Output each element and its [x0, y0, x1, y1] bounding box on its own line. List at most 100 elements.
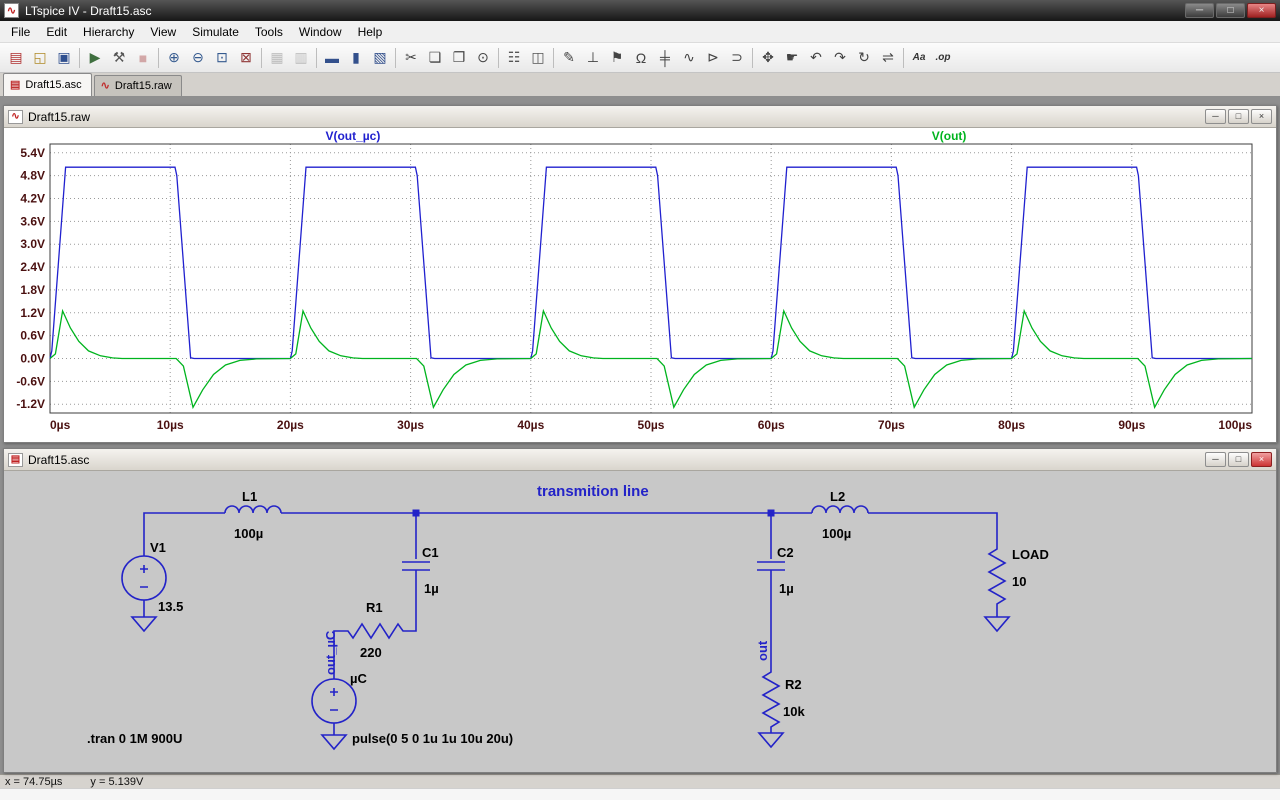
- drag-button[interactable]: ☛: [780, 46, 804, 70]
- x-axis-tick-label: 60µs: [758, 418, 785, 432]
- uc-pulse-source[interactable]: µC pulse(0 5 0 1u 1u 10u 20u): [312, 631, 513, 749]
- c1-capacitor[interactable]: C1 1µ: [402, 516, 439, 631]
- label-net-button[interactable]: ⚑: [605, 46, 629, 70]
- ground-icon: [759, 733, 783, 747]
- menu-simulate[interactable]: Simulate: [184, 22, 247, 42]
- waveform-chart[interactable]: 5.4V4.8V4.2V3.6V3.0V2.4V1.8V1.2V0.6V0.0V…: [4, 128, 1274, 440]
- undo-button[interactable]: ↶: [804, 46, 828, 70]
- tab-label: Draft15.asc: [25, 79, 81, 91]
- net-label-out-uc[interactable]: out_µC: [323, 630, 338, 675]
- zoom-full-extents-button[interactable]: ⊠: [234, 46, 258, 70]
- schem-minimize-button[interactable]: ─: [1205, 452, 1226, 467]
- redo-button[interactable]: ↷: [828, 46, 852, 70]
- save-button[interactable]: ▣: [52, 46, 76, 70]
- control-panel-button[interactable]: ⚒: [107, 46, 131, 70]
- y-axis-tick-label: 0.6V: [20, 329, 45, 343]
- y-axis-tick-label: 1.2V: [20, 306, 45, 320]
- close-button[interactable]: ×: [1247, 3, 1276, 18]
- c2-value: 1µ: [779, 581, 794, 596]
- menu-edit[interactable]: Edit: [38, 22, 75, 42]
- tabbar: ▤ Draft15.asc ∿Draft15.raw: [0, 73, 1280, 97]
- l2-inductor[interactable]: L2 100µ: [812, 489, 868, 541]
- tab-draft15.raw[interactable]: ∿Draft15.raw: [94, 75, 182, 96]
- copy-button[interactable]: ❏: [423, 46, 447, 70]
- print-button[interactable]: ☷: [502, 46, 526, 70]
- x-axis-tick-label: 0µs: [50, 418, 71, 432]
- legend-v-out-[interactable]: V(out): [932, 129, 967, 143]
- mirror-button[interactable]: ⇌: [876, 46, 900, 70]
- move-button[interactable]: ✥: [756, 46, 780, 70]
- waveform-window-caption[interactable]: ∿ Draft15.raw ─ □ ×: [4, 106, 1276, 128]
- schematic-window-caption[interactable]: ▤ Draft15.asc ─ □ ×: [4, 449, 1276, 471]
- paste-button[interactable]: ❐: [447, 46, 471, 70]
- r2-name: R2: [785, 677, 802, 692]
- v1-voltage-source[interactable]: V1 13.5: [122, 540, 183, 631]
- spice-directive-button[interactable]: .op: [931, 46, 955, 70]
- toolbar-separator: [158, 48, 159, 68]
- cut-button[interactable]: ✂: [399, 46, 423, 70]
- menu-help[interactable]: Help: [350, 22, 391, 42]
- ground-button[interactable]: ⊥: [581, 46, 605, 70]
- resistor-button[interactable]: Ω: [629, 46, 653, 70]
- waveform-window-title: Draft15.raw: [28, 110, 90, 124]
- inductor-button[interactable]: ∿: [677, 46, 701, 70]
- ground-icon: [132, 617, 156, 631]
- zoom-in-button[interactable]: ⊕: [162, 46, 186, 70]
- wave-restore-button[interactable]: □: [1228, 109, 1249, 124]
- uc-value: pulse(0 5 0 1u 1u 10u 20u): [352, 731, 513, 746]
- tab-draft15.asc[interactable]: ▤ Draft15.asc: [3, 73, 92, 96]
- net-label-out[interactable]: out: [755, 640, 770, 661]
- cascade-windows-button[interactable]: ▧: [368, 46, 392, 70]
- tile-vertical-button[interactable]: ▮: [344, 46, 368, 70]
- run-button[interactable]: ▶: [83, 46, 107, 70]
- x-axis-tick-label: 50µs: [638, 418, 665, 432]
- load-value: 10: [1012, 574, 1026, 589]
- menu-file[interactable]: File: [3, 22, 38, 42]
- component-button[interactable]: ⊃: [725, 46, 749, 70]
- tile-horizontal-button[interactable]: ▬: [320, 46, 344, 70]
- find-button[interactable]: ⊙: [471, 46, 495, 70]
- schem-restore-button[interactable]: □: [1228, 452, 1249, 467]
- r1-name: R1: [366, 600, 383, 615]
- print-preview-button[interactable]: ◫: [526, 46, 550, 70]
- wave-minimize-button[interactable]: ─: [1205, 109, 1226, 124]
- wire-top-run[interactable]: [144, 513, 997, 556]
- maximize-button[interactable]: □: [1216, 3, 1245, 18]
- plot-settings-button: ▦: [265, 46, 289, 70]
- spice-directive-text[interactable]: .tran 0 1M 900U: [87, 731, 182, 746]
- x-axis-tick-label: 20µs: [277, 418, 304, 432]
- new-schematic-button[interactable]: ▤: [4, 46, 28, 70]
- zoom-area-button[interactable]: ⊡: [210, 46, 234, 70]
- diode-button[interactable]: ⊳: [701, 46, 725, 70]
- legend-v-out-c-[interactable]: V(out_µc): [325, 129, 380, 143]
- zoom-out-button[interactable]: ⊖: [186, 46, 210, 70]
- r2-resistor[interactable]: R2 10k: [759, 669, 805, 747]
- waveform-plot-area[interactable]: 5.4V4.8V4.2V3.6V3.0V2.4V1.8V1.2V0.6V0.0V…: [4, 128, 1276, 442]
- schematic-window: ▤ Draft15.asc ─ □ ×: [3, 448, 1277, 773]
- schematic-canvas[interactable]: V1 13.5 L1 100µ L2 100µ: [4, 471, 1276, 772]
- menu-hierarchy[interactable]: Hierarchy: [75, 22, 142, 42]
- x-axis-tick-label: 10µs: [157, 418, 184, 432]
- r1-resistor[interactable]: R1 220: [344, 600, 408, 660]
- uc-name: µC: [350, 671, 367, 686]
- menu-view[interactable]: View: [142, 22, 184, 42]
- wave-close-button[interactable]: ×: [1251, 109, 1272, 124]
- minimize-button[interactable]: ─: [1185, 3, 1214, 18]
- load-resistor[interactable]: LOAD 10: [985, 546, 1049, 631]
- open-button[interactable]: ◱: [28, 46, 52, 70]
- l1-inductor[interactable]: L1 100µ: [225, 489, 281, 541]
- l1-value: 100µ: [234, 526, 263, 541]
- schematic-file-icon: ▤: [10, 78, 20, 91]
- schem-close-button[interactable]: ×: [1251, 452, 1272, 467]
- capacitor-button[interactable]: ╪: [653, 46, 677, 70]
- menu-window[interactable]: Window: [291, 22, 350, 42]
- text-button[interactable]: Aa: [907, 46, 931, 70]
- wire-button[interactable]: ✎: [557, 46, 581, 70]
- x-axis-tick-label: 90µs: [1118, 418, 1145, 432]
- x-axis-tick-label: 80µs: [998, 418, 1025, 432]
- rotate-button[interactable]: ↻: [852, 46, 876, 70]
- y-axis-tick-label: 3.0V: [20, 237, 45, 251]
- schematic-title-text[interactable]: transmition line: [537, 483, 649, 500]
- ground-icon: [985, 617, 1009, 631]
- menu-tools[interactable]: Tools: [247, 22, 291, 42]
